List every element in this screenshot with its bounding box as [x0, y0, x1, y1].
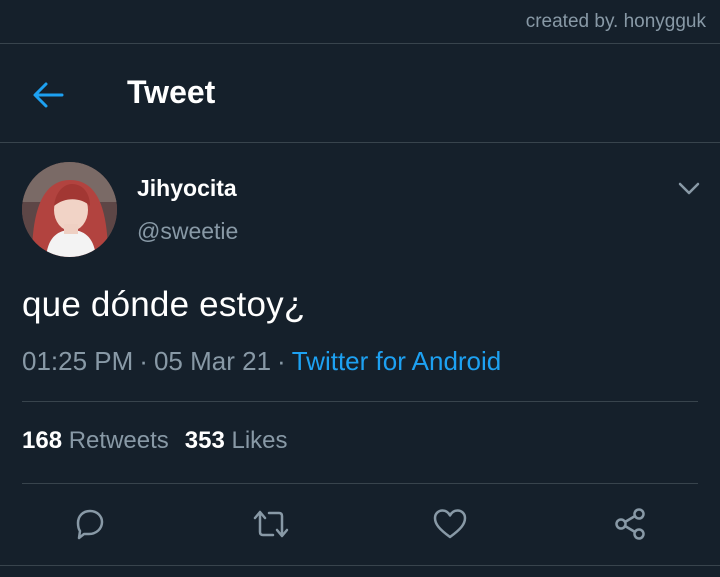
reply-button[interactable]: [63, 497, 117, 551]
divider-stats-bottom: [22, 483, 698, 484]
retweet-icon: [253, 510, 289, 538]
display-name[interactable]: Jihyocita: [137, 175, 237, 202]
tweet-stats: 168 Retweets 353 Likes: [22, 427, 288, 455]
retweets-count: 168: [22, 427, 63, 454]
retweets-label: Retweets: [68, 427, 169, 454]
tweet-date: 05 Mar 21: [153, 346, 272, 376]
like-button[interactable]: [423, 497, 477, 551]
chevron-down-icon: [678, 182, 700, 195]
reply-icon: [76, 509, 104, 540]
divider-top: [0, 43, 720, 44]
meta-separator: ·: [277, 346, 286, 376]
divider-bottom: [0, 565, 720, 566]
page-title: Tweet: [127, 74, 216, 110]
user-handle[interactable]: @sweetie: [137, 218, 238, 245]
more-options-button[interactable]: [674, 174, 704, 204]
action-bar: [0, 497, 720, 551]
arrow-left-icon: [33, 82, 64, 108]
share-button[interactable]: [603, 497, 657, 551]
like-icon: [433, 509, 467, 539]
divider-header: [0, 142, 720, 143]
likes-count: 353: [184, 427, 225, 454]
tweet-source-link[interactable]: Twitter for Android: [292, 346, 502, 376]
divider-stats-top: [22, 401, 698, 402]
tweet-time: 01:25 PM: [22, 346, 134, 376]
tweet-text: que dónde estoy¿: [22, 285, 306, 324]
likes-stat[interactable]: 353 Likes: [185, 427, 288, 454]
back-button[interactable]: [26, 75, 70, 115]
tweet-meta: 01:25 PM · 05 Mar 21 · Twitter for Android: [22, 346, 501, 377]
share-icon: [615, 508, 645, 540]
avatar[interactable]: [22, 162, 117, 257]
watermark-text: created by. honygguk: [525, 11, 706, 32]
retweets-stat[interactable]: 168 Retweets: [22, 427, 169, 454]
retweet-button[interactable]: [244, 497, 298, 551]
meta-separator: ·: [139, 346, 148, 376]
likes-label: Likes: [231, 427, 288, 454]
